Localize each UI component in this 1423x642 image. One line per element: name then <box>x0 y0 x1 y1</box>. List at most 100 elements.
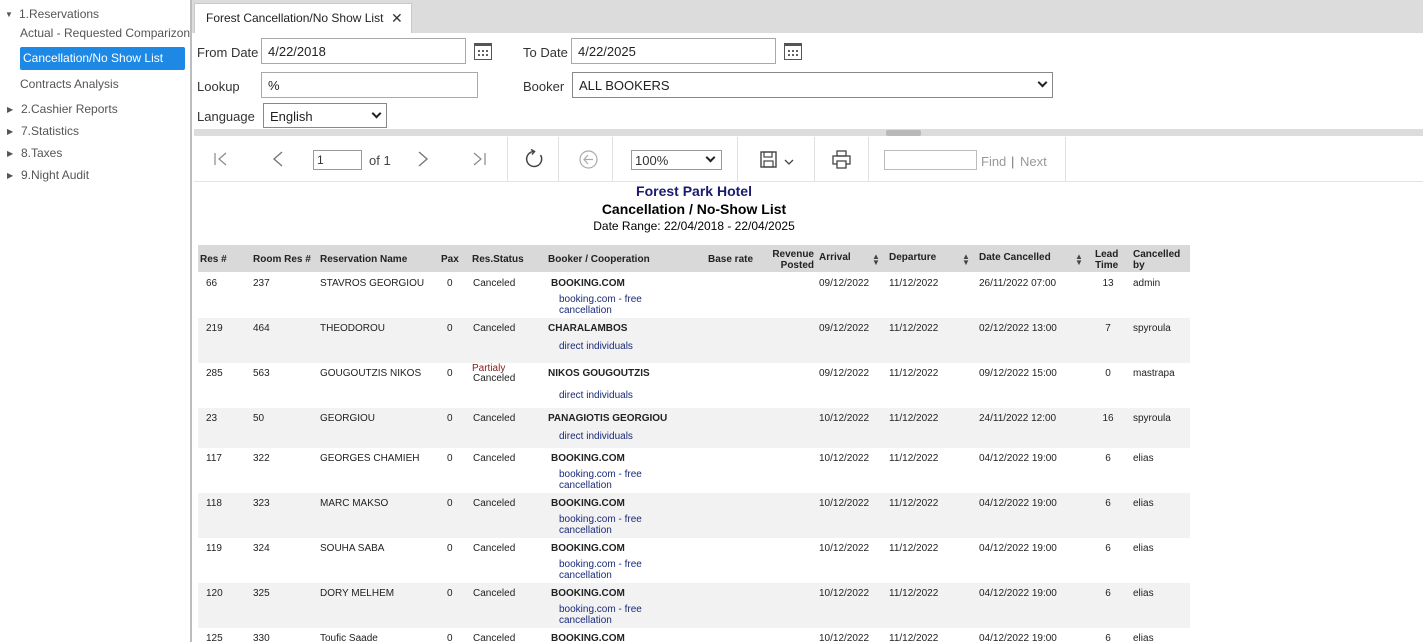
calendar-icon[interactable] <box>474 43 492 60</box>
cell-pax: 0 <box>447 543 453 554</box>
col-lead-line1: Lead <box>1095 249 1119 260</box>
toolbar-separator <box>814 137 815 181</box>
col-date-cancelled[interactable]: Date Cancelled <box>979 252 1051 263</box>
tree-item-actual-requested[interactable]: Actual - Requested Comparizon <box>20 26 190 40</box>
print-icon[interactable] <box>832 150 851 169</box>
cell-res-status: Canceled <box>473 453 516 464</box>
booker-label: Booker <box>523 79 565 94</box>
toolbar-separator <box>612 137 613 181</box>
toolbar-separator <box>507 137 508 181</box>
cell-cooperation: direct individuals <box>559 341 633 352</box>
zoom-select[interactable]: 100% <box>631 150 722 170</box>
booker-select[interactable]: ALL BOOKERS <box>572 72 1053 98</box>
cell-lead-time: 7 <box>1105 323 1111 334</box>
toolbar-separator <box>868 137 869 181</box>
tree-item-label: 2.Cashier Reports <box>21 102 118 116</box>
chevron-down-icon[interactable] <box>784 159 794 166</box>
col-arrival[interactable]: Arrival <box>819 252 851 263</box>
col-booker: Booker / Cooperation <box>548 254 650 265</box>
cell-reservation-name: GEORGES CHAMIEH <box>320 453 420 464</box>
refresh-icon[interactable] <box>525 149 545 169</box>
cell-res: 285 <box>206 368 223 379</box>
first-page-icon[interactable] <box>214 152 228 166</box>
cell-room-res: 322 <box>253 453 270 464</box>
sort-icon[interactable]: ▲ ▼ <box>962 253 970 267</box>
cell-res-status: Canceled <box>473 588 516 599</box>
cell-room-res: 330 <box>253 633 270 642</box>
calendar-icon[interactable] <box>784 43 802 60</box>
cell-room-res: 563 <box>253 368 270 379</box>
cell-booker: CHARALAMBOS <box>548 323 628 334</box>
tree-item-cashier-reports[interactable]: ▶ 2.Cashier Reports <box>7 102 118 116</box>
last-page-icon[interactable] <box>472 152 486 166</box>
cell-departure: 11/12/2022 <box>889 543 939 554</box>
tree-item-cancellation-list[interactable]: Cancellation/No Show List <box>20 47 185 70</box>
table-header: Res # Room Res # Reservation Name Pax Re… <box>198 245 1190 272</box>
splitter[interactable] <box>194 129 1423 136</box>
to-date-label: To Date <box>523 45 568 60</box>
lookup-input[interactable]: % <box>261 72 478 98</box>
tree-item-statistics[interactable]: ▶ 7.Statistics <box>7 124 79 138</box>
back-icon[interactable] <box>579 150 598 169</box>
language-select[interactable]: English <box>263 103 387 128</box>
cell-reservation-name: DORY MELHEM <box>320 588 395 599</box>
app-window: ▼ 1.Reservations Actual - Requested Comp… <box>0 0 1423 642</box>
next-link[interactable]: Next <box>1020 154 1047 169</box>
cell-room-res: 325 <box>253 588 270 599</box>
cell-date-cancelled: 04/12/2022 19:00 <box>979 453 1057 464</box>
next-page-icon[interactable] <box>417 151 429 167</box>
col-lead-line2: Time <box>1095 260 1119 271</box>
cell-lead-time: 6 <box>1105 543 1111 554</box>
cell-res: 66 <box>206 278 218 289</box>
cell-res: 119 <box>206 543 222 554</box>
tab-cancellation-list[interactable]: Forest Cancellation/No Show List ✕ <box>194 3 412 33</box>
cell-cooperation-detail: cancellation <box>559 615 612 626</box>
table-row: 118 323 MARC MAKSO 0 10/12/2022 11/12/2022 04/… <box>198 493 1190 538</box>
cell-arrival: 10/12/2022 <box>819 453 870 464</box>
close-icon[interactable]: ✕ <box>391 10 403 27</box>
cell-departure: 11/12/2022 <box>889 453 939 464</box>
from-date-input[interactable]: 4/22/2018 <box>261 38 466 64</box>
cell-room-res: 323 <box>253 498 270 509</box>
col-revenue: Revenue Posted <box>768 249 814 271</box>
find-link[interactable]: Find <box>981 154 1006 169</box>
save-icon[interactable] <box>760 151 777 168</box>
cell-date-cancelled: 09/12/2022 15:00 <box>979 368 1057 379</box>
tree-item-taxes[interactable]: ▶ 8.Taxes <box>7 146 62 160</box>
cell-reservation-name: Toufic Saade <box>320 633 378 642</box>
cell-arrival: 09/12/2022 <box>819 323 870 334</box>
col-departure[interactable]: Departure <box>889 252 936 263</box>
tree-item-contracts-analysis[interactable]: Contracts Analysis <box>20 77 119 91</box>
language-value: English <box>270 109 313 124</box>
cell-res: 120 <box>206 588 223 599</box>
previous-page-icon[interactable] <box>272 151 284 167</box>
tree-item-night-audit[interactable]: ▶ 9.Night Audit <box>7 168 89 182</box>
cell-reservation-name: STAVROS GEORGIOU <box>320 278 425 289</box>
sort-icon[interactable]: ▲ ▼ <box>1075 253 1083 267</box>
tree-item-reservations[interactable]: ▼ 1.Reservations <box>5 7 99 21</box>
table-row: 120 325 DORY MELHEM 0 10/12/2022 11/12/2022 04… <box>198 583 1190 628</box>
cell-departure: 11/12/2022 <box>889 633 939 642</box>
cell-reservation-name: GEORGIOU <box>320 413 376 424</box>
sort-icon[interactable]: ▲ ▼ <box>872 253 880 267</box>
cell-booker: BOOKING.COM <box>551 543 625 554</box>
cell-arrival: 09/12/2022 <box>819 368 870 379</box>
find-input[interactable] <box>884 150 977 170</box>
cell-cancelled-by: mastrapa <box>1133 368 1175 379</box>
cell-booker: BOOKING.COM <box>551 278 625 289</box>
cell-booker: NIKOS GOUGOUTZIS <box>548 368 650 379</box>
cell-booker: BOOKING.COM <box>551 498 625 509</box>
cell-pax: 0 <box>447 498 453 509</box>
cell-cooperation: booking.com - free <box>559 514 642 525</box>
cell-lead-time: 6 <box>1105 453 1111 464</box>
to-date-input[interactable]: 4/22/2025 <box>571 38 776 64</box>
cell-res: 219 <box>206 323 223 334</box>
page-number-input[interactable]: 1 <box>313 150 362 170</box>
cell-pax: 0 <box>447 323 453 334</box>
tree-item-label: 9.Night Audit <box>21 168 90 182</box>
tree-item-label: 1.Reservations <box>19 7 100 21</box>
cell-date-cancelled: 26/11/2022 07:00 <box>979 278 1057 289</box>
cell-date-cancelled: 04/12/2022 19:00 <box>979 498 1057 509</box>
splitter-handle[interactable] <box>886 130 921 136</box>
chevron-down-icon <box>1037 77 1048 88</box>
